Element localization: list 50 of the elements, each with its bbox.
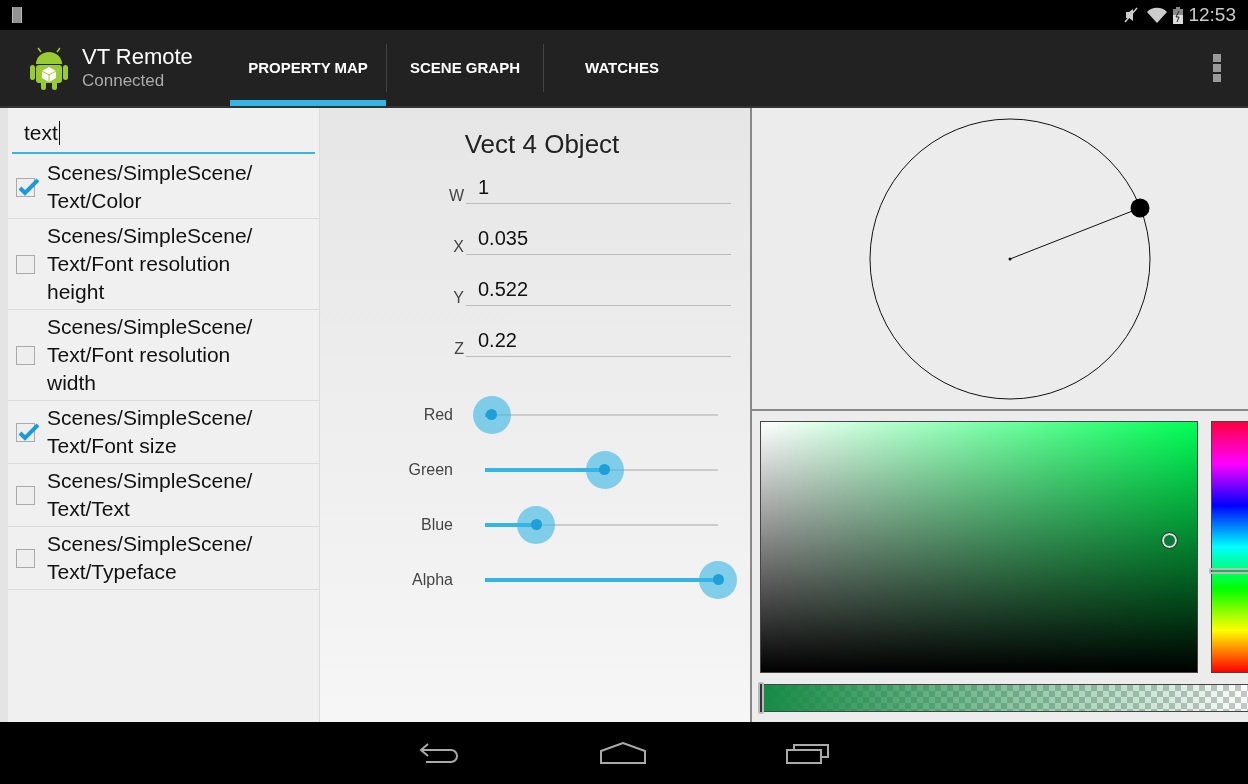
slider-label: Red — [422, 404, 453, 425]
color-picker-handle[interactable] — [1162, 533, 1177, 548]
field-label: X — [452, 237, 465, 257]
field-label: W — [447, 186, 465, 206]
recent-apps-icon[interactable] — [786, 742, 830, 764]
property-row[interactable]: Scenes/SimpleScene/Text/Font resolution height — [8, 219, 319, 310]
input-field[interactable]: 0.035 — [466, 225, 731, 255]
field-label: Y — [452, 288, 465, 308]
slider-thumb[interactable] — [517, 505, 556, 544]
property-path: Scenes/SimpleScene/Text/Color — [47, 160, 254, 214]
property-path: Scenes/SimpleScene/Text/Font resolution width — [47, 314, 254, 396]
tab[interactable]: WATCHES — [544, 30, 700, 106]
property-path: Scenes/SimpleScene/Text/Typeface — [47, 531, 254, 585]
notification-icon — [12, 7, 22, 23]
overflow-menu-icon[interactable] — [1213, 54, 1221, 82]
android-robot-icon — [30, 46, 68, 90]
slider-thumb[interactable] — [473, 395, 511, 434]
field-label: Z — [453, 339, 465, 359]
battery-icon — [1173, 6, 1184, 24]
checkbox[interactable] — [16, 548, 35, 568]
property-path: Scenes/SimpleScene/Text/Font resolution height — [47, 223, 254, 305]
input-field[interactable]: 1 — [466, 174, 731, 204]
input-field[interactable]: 0.22 — [466, 327, 731, 357]
connection-status: Connected — [82, 70, 166, 92]
property-row[interactable]: Scenes/SimpleScene/Text/Font resolution width — [8, 310, 319, 401]
slider-label: Green — [407, 459, 453, 480]
input-field[interactable]: 0.522 — [466, 276, 731, 306]
clock-time: 12:53 — [1188, 2, 1236, 27]
alpha-handle[interactable] — [758, 682, 764, 714]
color-saturation-square[interactable] — [760, 421, 1198, 673]
search-field[interactable]: text — [12, 114, 315, 154]
property-path: Scenes/SimpleScene/Text/Font size — [47, 405, 254, 459]
property-path: Scenes/SimpleScene/Text/Text — [47, 468, 254, 522]
slider-label: Blue — [419, 514, 453, 535]
property-row[interactable]: Scenes/SimpleScene/Text/Text — [8, 464, 319, 527]
muted-icon — [1123, 7, 1140, 23]
property-row[interactable]: Scenes/SimpleScene/Text/Typeface — [8, 527, 319, 590]
tab[interactable]: SCENE GRAPH — [387, 30, 543, 106]
checkbox[interactable] — [16, 254, 35, 274]
alpha-bar[interactable] — [760, 684, 1248, 712]
wifi-icon — [1147, 7, 1168, 23]
slider-thumb[interactable] — [586, 450, 624, 489]
slider-thumb[interactable] — [699, 560, 737, 599]
checkbox[interactable] — [16, 485, 35, 505]
slider-label: Alpha — [411, 569, 453, 590]
editor-title: Vect 4 Object — [464, 128, 620, 161]
back-icon[interactable] — [418, 742, 460, 764]
app-title: VT Remote — [82, 44, 193, 70]
home-icon[interactable] — [600, 742, 646, 764]
checkbox[interactable] — [16, 345, 35, 365]
